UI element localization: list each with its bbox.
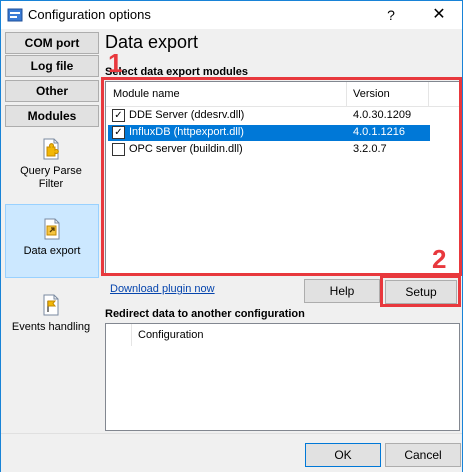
sidebar-item-label: Events handling <box>11 321 91 333</box>
column-separator[interactable] <box>131 324 132 346</box>
title-bar: Configuration options ? ✕ <box>1 1 462 29</box>
window-title: Configuration options <box>28 7 151 22</box>
flag-document-icon <box>43 294 59 316</box>
sidebar-item-label: Data export <box>23 245 81 257</box>
sidebar-item-query-parse-filter[interactable]: Query Parse Filter <box>5 137 97 199</box>
sidebar-item-events-handling[interactable]: Events handling <box>5 293 97 343</box>
tab-other[interactable]: Other <box>5 80 99 102</box>
close-icon[interactable]: ✕ <box>424 4 454 26</box>
redirect-list[interactable]: Configuration <box>105 323 460 431</box>
sidebar-item-data-export[interactable]: Data export <box>5 204 99 278</box>
cancel-button[interactable]: Cancel <box>385 443 461 467</box>
configuration-window: Configuration options ? ✕ COM port Log f… <box>0 0 463 472</box>
annotation-box-modules <box>101 77 462 276</box>
tab-com-port[interactable]: COM port <box>5 32 99 54</box>
annotation-badge-2: 2 <box>432 244 447 274</box>
annotation-badge-1: 1 <box>108 48 123 78</box>
help-icon[interactable]: ? <box>376 4 406 26</box>
tab-modules[interactable]: Modules <box>5 105 99 127</box>
help-button[interactable]: Help <box>304 279 380 303</box>
column-header-configuration[interactable]: Configuration <box>138 329 203 341</box>
export-document-icon <box>44 218 60 240</box>
app-icon <box>7 8 23 22</box>
download-plugin-link[interactable]: Download plugin now <box>110 283 215 295</box>
annotation-box-setup <box>380 275 461 307</box>
ok-button[interactable]: OK <box>305 443 381 467</box>
group-label-redirect: Redirect data to another configuration <box>105 308 305 320</box>
tab-log-file[interactable]: Log file <box>5 55 99 77</box>
sidebar-item-label: Query Parse <box>20 165 82 177</box>
puzzle-document-icon <box>43 138 59 160</box>
sidebar-item-label: Filter <box>38 178 64 190</box>
